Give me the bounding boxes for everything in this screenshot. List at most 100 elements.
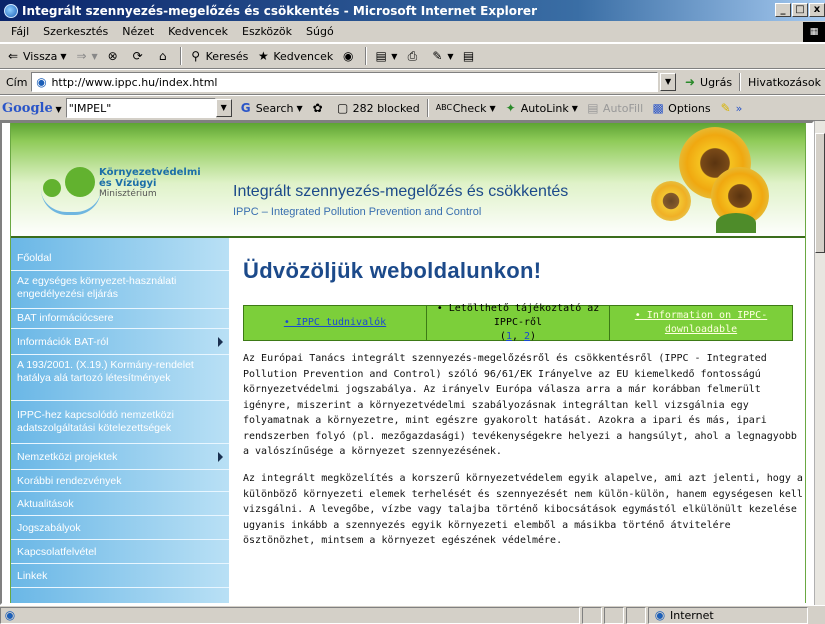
autofill-icon: ▤: [587, 101, 599, 115]
menu-favorites[interactable]: Kedvencek: [161, 25, 235, 38]
page-viewport: Környezetvédelmi és Vízügyi Minisztérium…: [0, 121, 814, 605]
google-search-dropdown[interactable]: ▼: [215, 99, 232, 117]
address-label: Cím: [6, 75, 28, 89]
home-button[interactable]: ⌂: [152, 45, 177, 67]
ministry-logo[interactable]: Környezetvédelmi és Vízügyi Minisztérium: [39, 159, 214, 219]
refresh-button[interactable]: ⟳: [127, 45, 152, 67]
forward-button[interactable]: ⇒ ▼: [70, 45, 101, 67]
side-navigation: Főoldal Az egységes környezet-használati…: [11, 238, 229, 603]
leaf-image: [716, 213, 756, 233]
menu-bar: Fájl Szerkesztés Nézet Kedvencek Eszközö…: [0, 21, 825, 43]
info-links-bar: • IPPC tudnivalók • Letölthető tájékozta…: [243, 303, 793, 342]
nav-item-permit-procedure[interactable]: Az egységes környezet-használati engedél…: [11, 271, 229, 309]
google-g-icon: G: [240, 101, 251, 115]
go-button[interactable]: ➜ Ugrás: [679, 71, 736, 93]
address-input[interactable]: ◉ http://www.ippc.hu/index.html: [31, 72, 659, 92]
sunflower-image: [651, 181, 691, 221]
autolink-icon: ✦: [505, 101, 516, 115]
second-paragraph: Az integrált megközelítés a korszerű kör…: [243, 473, 803, 546]
search-button[interactable]: ⚲ Keresés: [185, 45, 253, 67]
window-title: Integrált szennyezés-megelőzés és csökke…: [22, 3, 537, 18]
media-button[interactable]: ◉: [337, 45, 362, 67]
title-bar: Integrált szennyezés-megelőzés és csökke…: [0, 0, 825, 21]
nav-item-contact[interactable]: Kapcsolatfelvétel: [11, 540, 229, 564]
site-subtitle: IPPC – Integrated Pollution Prevention a…: [233, 206, 482, 218]
minimize-button[interactable]: _: [775, 3, 791, 17]
download-link-1[interactable]: 1: [506, 331, 512, 342]
windows-logo-icon: ▦: [803, 22, 825, 42]
back-button[interactable]: ⇐ Vissza ▼: [2, 45, 70, 67]
nav-item-international-reporting[interactable]: IPPC-hez kapcsolódó nemzetközi adatszolg…: [11, 401, 229, 444]
tab-downloadable-en[interactable]: • Information on IPPC-downloadable: [610, 306, 792, 340]
autolink-button[interactable]: ✦ AutoLink ▼: [500, 97, 582, 119]
spellcheck-button[interactable]: ABC Check ▼: [432, 97, 500, 119]
google-logo[interactable]: Google ▼: [2, 101, 62, 116]
menu-edit[interactable]: Szerkesztés: [36, 25, 115, 38]
go-arrow-icon: ➜: [684, 75, 696, 89]
zone-indicator: ◉ Internet: [648, 606, 808, 624]
popup-blocker-button[interactable]: ▢ 282 blocked: [332, 97, 424, 119]
main-content: Üdvözöljük weboldalunkon! • IPPC tudniva…: [243, 258, 803, 546]
tab-ippc-info[interactable]: • IPPC tudnivalók: [244, 306, 427, 340]
search-icon: ⚲: [191, 49, 201, 63]
discuss-button[interactable]: ▤: [458, 45, 483, 67]
options-button[interactable]: ▩ Options: [647, 97, 714, 119]
refresh-icon: ⟳: [132, 49, 143, 63]
nav-item-news[interactable]: Aktualitások: [11, 492, 229, 516]
highlight-button[interactable]: ✎»: [715, 97, 747, 119]
nav-item-links[interactable]: Linkek: [11, 564, 229, 588]
back-arrow-icon: ⇐: [7, 49, 19, 63]
globe-icon: ◉: [654, 608, 666, 622]
welcome-heading: Üdvözöljük weboldalunkon!: [243, 258, 542, 283]
download-link-2[interactable]: 2: [524, 331, 530, 342]
site-header: Környezetvédelmi és Vízügyi Minisztérium…: [11, 123, 805, 238]
stop-icon: ⊗: [107, 49, 118, 63]
address-dropdown[interactable]: ▼: [660, 73, 677, 91]
stop-button[interactable]: ⊗: [102, 45, 127, 67]
google-search-button[interactable]: G Search ▼: [235, 97, 307, 119]
site-title: Integrált szennyezés-megelőzés és csökke…: [233, 183, 569, 200]
favorites-button[interactable]: ★ Kedvencek: [252, 45, 337, 67]
status-bar: ◉ ◉ Internet: [0, 605, 825, 624]
print-button[interactable]: ⎙: [401, 45, 426, 67]
close-button[interactable]: x: [809, 3, 825, 17]
google-toolbar: Google ▼ "IMPEL" ▼ G Search ▼ ✿ ▢ 282 block…: [0, 95, 825, 121]
menu-file[interactable]: Fájl: [4, 25, 36, 38]
history-button[interactable]: ▤ ▼: [370, 45, 401, 67]
vertical-scrollbar[interactable]: [814, 121, 825, 605]
menu-help[interactable]: Súgó: [299, 25, 341, 38]
nav-item-home[interactable]: Főoldal: [11, 252, 229, 271]
nav-item-legislation[interactable]: Jogszabályok: [11, 516, 229, 540]
menu-tools[interactable]: Eszközök: [235, 25, 299, 38]
menu-view[interactable]: Nézet: [115, 25, 161, 38]
edit-icon: ✎: [432, 49, 443, 63]
nav-item-regulation-facilities[interactable]: A 193/2001. (X.19.) Kormány-rendelet hat…: [11, 355, 229, 401]
browser-window: Integrált szennyezés-megelőzés és csökke…: [0, 0, 825, 624]
media-icon: ◉: [342, 49, 354, 63]
nav-item-past-events[interactable]: Korábbi rendezvények: [11, 470, 229, 492]
intro-paragraph: Az Európai Tanács integrált szennyezés-m…: [243, 353, 797, 457]
nav-item-bat-exchange[interactable]: BAT információcsere: [11, 309, 229, 329]
print-icon: ⎙: [407, 49, 418, 63]
spellcheck-icon: ABC: [435, 103, 453, 112]
options-icon: ▩: [652, 101, 664, 115]
page-status-icon: ◉: [4, 608, 16, 622]
scroll-thumb[interactable]: [815, 133, 825, 253]
submenu-arrow-icon: [218, 451, 223, 462]
pagerank-button[interactable]: ✿: [307, 97, 332, 119]
nav-item-international-projects[interactable]: Nemzetközi projektek: [11, 444, 229, 470]
highlighter-icon: ✎: [720, 101, 731, 115]
popup-blocker-icon: ▢: [336, 101, 349, 115]
edit-button[interactable]: ✎ ▼: [426, 45, 457, 67]
discuss-icon: ▤: [462, 49, 475, 63]
standard-toolbar: ⇐ Vissza ▼ ⇒ ▼ ⊗ ⟳ ⌂ ⚲ Keresés ★ Kedvencek ◉ …: [0, 43, 825, 69]
autofill-button[interactable]: ▤ AutoFill: [582, 97, 647, 119]
ministry-name: Környezetvédelmi és Vízügyi Minisztérium: [99, 167, 201, 199]
ie-icon: [4, 3, 18, 18]
nav-item-bat-info[interactable]: Információk BAT-ról: [11, 329, 229, 355]
links-button[interactable]: Hivatkozások: [744, 71, 825, 93]
home-icon: ⌂: [158, 49, 167, 63]
maximize-button[interactable]: □: [792, 3, 808, 17]
google-search-input[interactable]: "IMPEL": [65, 98, 216, 118]
history-icon: ▤: [375, 49, 387, 63]
